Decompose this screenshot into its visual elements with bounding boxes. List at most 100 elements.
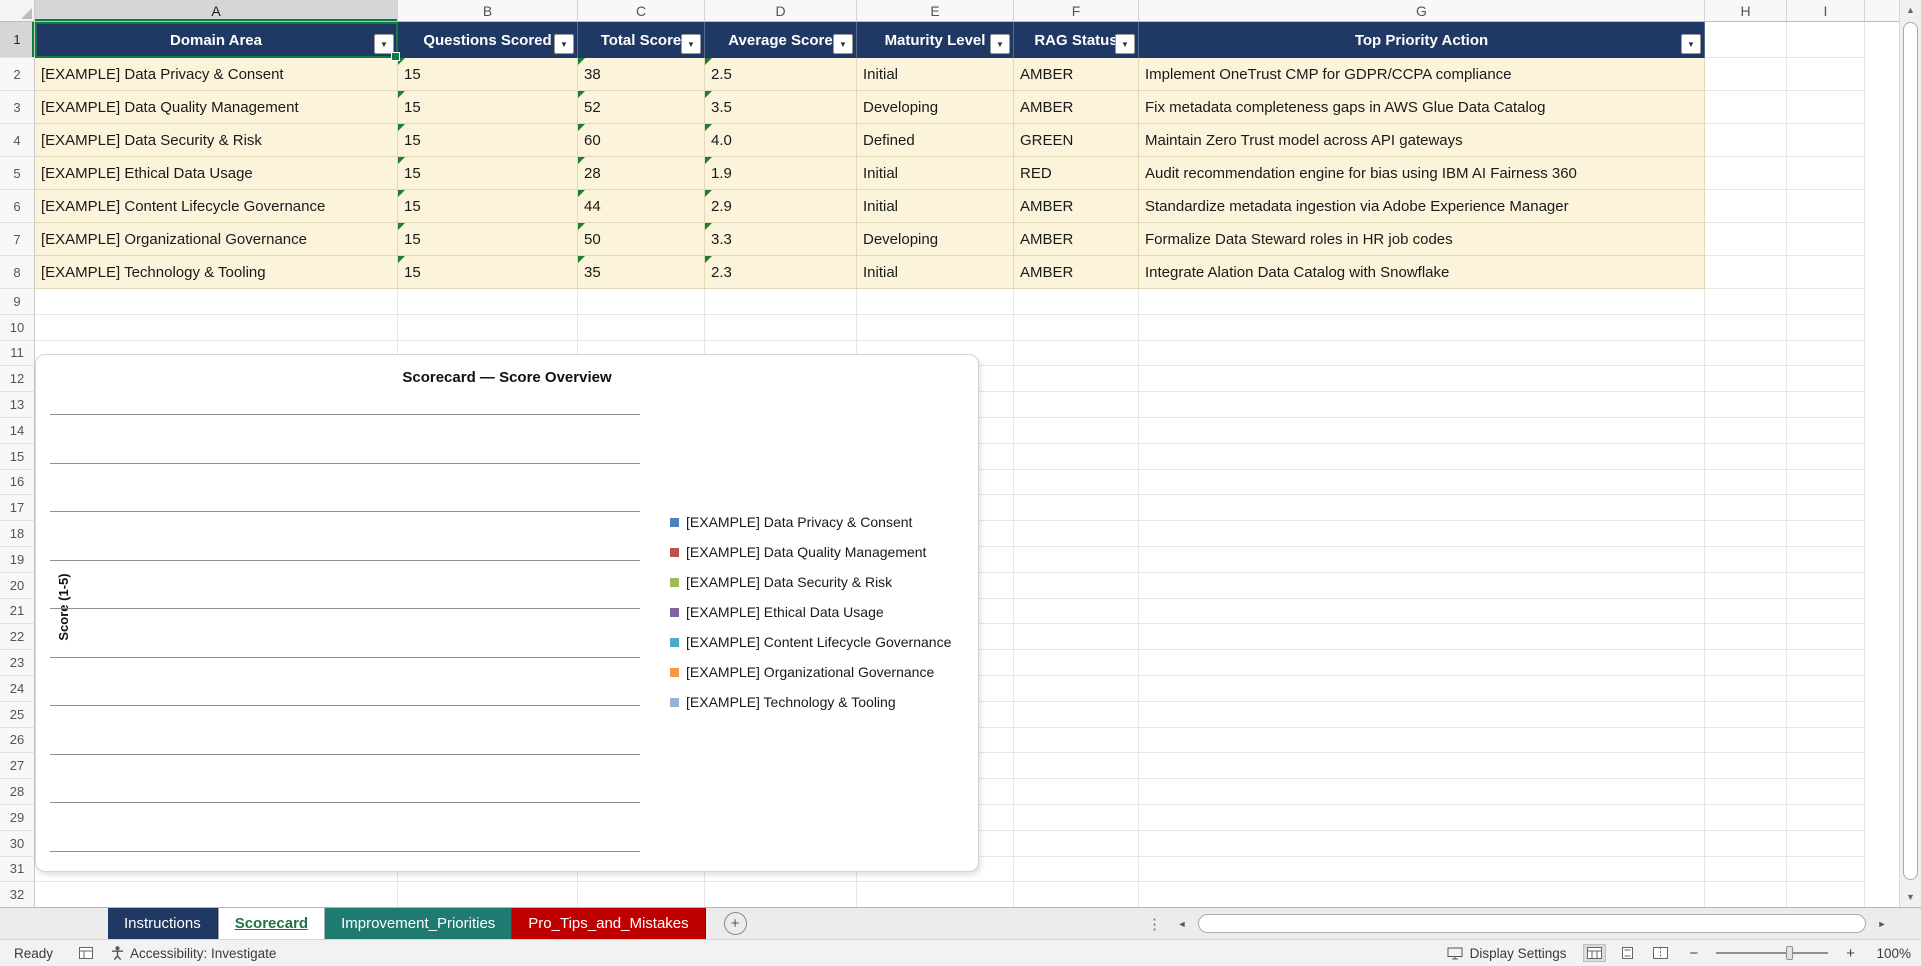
empty-cell[interactable] xyxy=(1787,223,1865,256)
row-header-22[interactable]: 22 xyxy=(0,624,35,651)
empty-cell[interactable] xyxy=(1787,830,1865,857)
empty-cell[interactable] xyxy=(1014,521,1139,547)
data-cell[interactable]: AMBER xyxy=(1014,190,1139,223)
row-header-21[interactable]: 21 xyxy=(0,598,35,625)
empty-cell[interactable] xyxy=(1139,366,1705,393)
empty-cell[interactable] xyxy=(1139,882,1705,907)
empty-cell[interactable] xyxy=(1787,22,1865,58)
data-cell[interactable]: 38 xyxy=(578,58,705,91)
empty-cell[interactable] xyxy=(1705,598,1787,625)
data-cell[interactable]: 28 xyxy=(578,157,705,190)
data-cell[interactable]: 4.0 xyxy=(705,124,857,157)
data-cell[interactable]: Audit recommendation engine for bias usi… xyxy=(1139,157,1705,190)
selection-fill-handle[interactable] xyxy=(391,52,400,61)
data-cell[interactable]: GREEN xyxy=(1014,124,1139,157)
data-cell[interactable]: 15 xyxy=(398,58,578,91)
empty-cell[interactable] xyxy=(1705,469,1787,496)
data-cell[interactable]: AMBER xyxy=(1014,223,1139,256)
header-cell-7[interactable]: Top Priority Action ▼ xyxy=(1139,22,1705,58)
data-cell[interactable]: 2.3 xyxy=(705,256,857,289)
empty-cell[interactable] xyxy=(398,314,578,341)
data-cell[interactable]: 50 xyxy=(578,223,705,256)
empty-cell[interactable] xyxy=(1787,546,1865,573)
empty-cell[interactable] xyxy=(1705,289,1787,315)
empty-cell[interactable] xyxy=(1787,727,1865,754)
data-cell[interactable]: [EXAMPLE] Content Lifecycle Governance xyxy=(35,190,398,223)
empty-cell[interactable] xyxy=(1705,124,1787,157)
accessibility-status-button[interactable]: Accessibility: Investigate xyxy=(111,946,276,961)
empty-cell[interactable] xyxy=(1787,366,1865,393)
data-cell[interactable]: Maintain Zero Trust model across API gat… xyxy=(1139,124,1705,157)
sheet-tab-pro_tips_and_mistakes[interactable]: Pro_Tips_and_Mistakes xyxy=(512,908,706,939)
data-cell[interactable]: 15 xyxy=(398,157,578,190)
empty-cell[interactable] xyxy=(1705,650,1787,676)
row-header-26[interactable]: 26 xyxy=(0,727,35,754)
filter-button[interactable]: ▼ xyxy=(681,34,701,54)
sheet-tab-instructions[interactable]: Instructions xyxy=(108,908,218,939)
zoom-percentage[interactable]: 100% xyxy=(1873,946,1911,961)
filter-button[interactable]: ▼ xyxy=(1681,34,1701,54)
select-all-button[interactable] xyxy=(0,0,35,21)
data-cell[interactable]: [EXAMPLE] Data Security & Risk xyxy=(35,124,398,157)
empty-cell[interactable] xyxy=(705,289,857,315)
empty-cell[interactable] xyxy=(1705,91,1787,124)
row-header-13[interactable]: 13 xyxy=(0,392,35,418)
empty-cell[interactable] xyxy=(1787,91,1865,124)
row-header-8[interactable]: 8 xyxy=(0,256,35,289)
data-cell[interactable]: 44 xyxy=(578,190,705,223)
empty-cell[interactable] xyxy=(398,289,578,315)
row-header-10[interactable]: 10 xyxy=(0,314,35,341)
empty-cell[interactable] xyxy=(1139,804,1705,831)
empty-cell[interactable] xyxy=(857,882,1014,907)
filter-button[interactable]: ▼ xyxy=(1115,34,1135,54)
empty-cell[interactable] xyxy=(1139,392,1705,418)
empty-cell[interactable] xyxy=(1139,443,1705,470)
row-header-5[interactable]: 5 xyxy=(0,157,35,190)
empty-cell[interactable] xyxy=(1705,856,1787,883)
empty-cell[interactable] xyxy=(1787,469,1865,496)
scroll-up-button[interactable]: ▲ xyxy=(1900,0,1921,20)
data-cell[interactable]: 3.3 xyxy=(705,223,857,256)
header-cell-4[interactable]: Average Score ▼ xyxy=(705,22,857,58)
empty-cell[interactable] xyxy=(1705,443,1787,470)
empty-cell[interactable] xyxy=(1787,124,1865,157)
empty-cell[interactable] xyxy=(705,314,857,341)
data-cell[interactable]: 2.9 xyxy=(705,190,857,223)
legend-item[interactable]: [EXAMPLE] Ethical Data Usage xyxy=(670,597,951,627)
row-header-32[interactable]: 32 xyxy=(0,882,35,907)
empty-cell[interactable] xyxy=(1705,521,1787,547)
empty-cell[interactable] xyxy=(857,289,1014,315)
empty-cell[interactable] xyxy=(1787,58,1865,91)
row-header-20[interactable]: 20 xyxy=(0,572,35,599)
tab-scrollbar-splitter[interactable]: ⋮ xyxy=(1147,908,1162,939)
empty-cell[interactable] xyxy=(1787,856,1865,883)
empty-cell[interactable] xyxy=(398,882,578,907)
empty-cell[interactable] xyxy=(1787,392,1865,418)
empty-cell[interactable] xyxy=(1014,830,1139,857)
empty-cell[interactable] xyxy=(1139,650,1705,676)
empty-cell[interactable] xyxy=(1705,546,1787,573)
column-header-I[interactable]: I xyxy=(1787,0,1865,21)
empty-cell[interactable] xyxy=(1139,340,1705,367)
row-header-23[interactable]: 23 xyxy=(0,650,35,676)
view-page-layout-button[interactable] xyxy=(1617,945,1638,961)
filter-button[interactable]: ▼ xyxy=(374,34,394,54)
row-header-30[interactable]: 30 xyxy=(0,830,35,857)
empty-cell[interactable] xyxy=(1705,624,1787,651)
row-header-29[interactable]: 29 xyxy=(0,804,35,831)
data-cell[interactable]: 52 xyxy=(578,91,705,124)
header-cell-3[interactable]: Total Score ▼ xyxy=(578,22,705,58)
column-header-F[interactable]: F xyxy=(1014,0,1139,21)
add-sheet-button[interactable]: + xyxy=(723,912,747,935)
empty-cell[interactable] xyxy=(1705,190,1787,223)
zoom-slider-thumb[interactable] xyxy=(1785,946,1793,960)
header-cell-6[interactable]: RAG Status ▼ xyxy=(1014,22,1139,58)
legend-item[interactable]: [EXAMPLE] Data Privacy & Consent xyxy=(670,507,951,537)
empty-cell[interactable] xyxy=(1787,340,1865,367)
scroll-left-button[interactable]: ◄ xyxy=(1172,914,1192,934)
empty-cell[interactable] xyxy=(1014,753,1139,780)
empty-cell[interactable] xyxy=(1014,314,1139,341)
row-header-3[interactable]: 3 xyxy=(0,91,35,124)
empty-cell[interactable] xyxy=(1139,495,1705,522)
row-header-19[interactable]: 19 xyxy=(0,546,35,573)
